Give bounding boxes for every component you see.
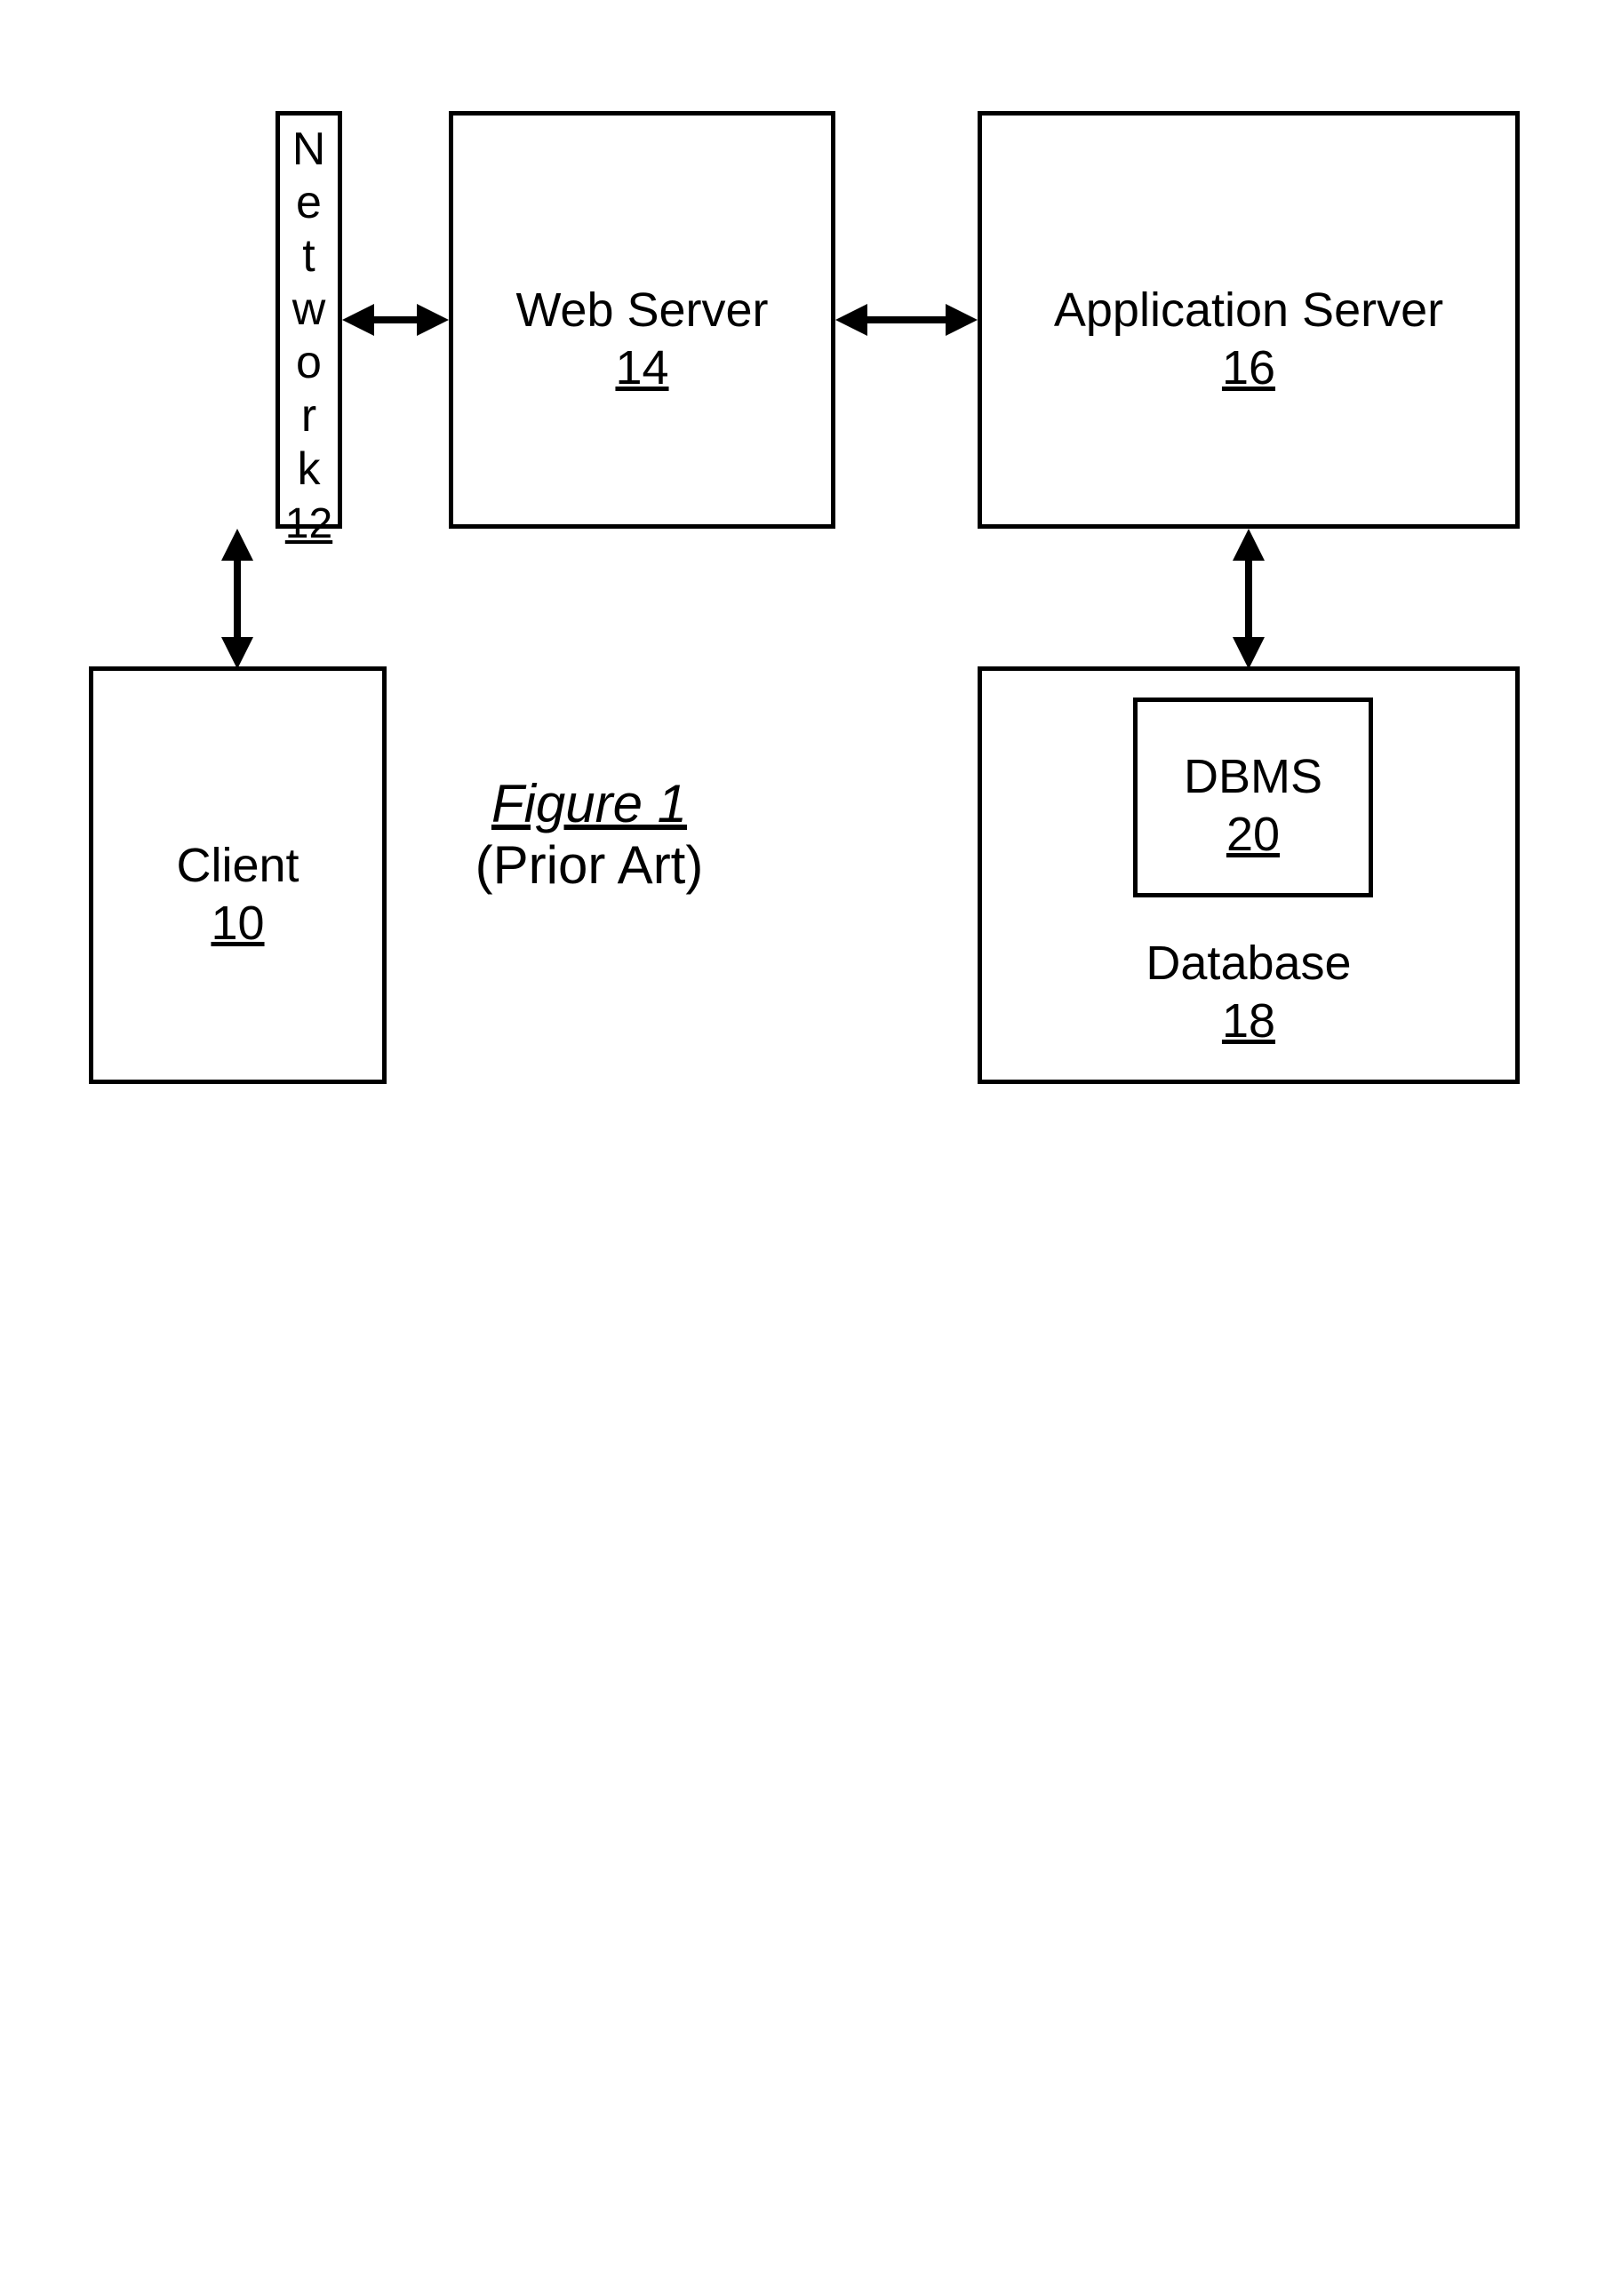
client-box: Client 10 — [89, 666, 387, 1084]
application-server-label: Application Server — [982, 284, 1515, 337]
network-letter: w — [275, 283, 342, 336]
figure-subtitle: (Prior Art) — [447, 834, 731, 896]
client-label: Client — [93, 840, 382, 892]
arrow-web-app-right — [946, 304, 978, 336]
network-letter: r — [275, 389, 342, 442]
arrow-appserver-database-up — [1233, 529, 1265, 561]
diagram-canvas: Application Server 16 DBMS 20 Database 1… — [0, 0, 1605, 2296]
arrow-client-net-up — [221, 529, 253, 561]
arrow-net-web-left — [342, 304, 374, 336]
arrow-web-app-line — [864, 316, 949, 323]
arrow-client-net-line — [234, 557, 241, 641]
web-server-box: Web Server 14 — [449, 111, 835, 529]
figure-caption: Figure 1 (Prior Art) — [447, 773, 731, 896]
application-server-box: Application Server 16 — [978, 111, 1520, 529]
network-num: 12 — [285, 499, 332, 548]
arrow-web-app-left — [835, 304, 867, 336]
network-letter: t — [275, 229, 342, 283]
database-label: Database — [982, 937, 1515, 990]
web-server-label: Web Server — [453, 284, 831, 337]
application-server-num: 16 — [1222, 340, 1275, 395]
arrow-net-web-right — [417, 304, 449, 336]
network-label-vertical: N e t w o r k 12 — [275, 123, 342, 548]
network-letter: N — [275, 123, 342, 176]
dbms-box: DBMS 20 — [1133, 698, 1373, 897]
database-num: 18 — [1222, 993, 1275, 1048]
arrow-appserver-database-line — [1245, 557, 1252, 641]
network-letter: k — [275, 442, 342, 496]
arrow-net-web-line — [371, 316, 420, 323]
network-letter: o — [275, 336, 342, 389]
web-server-num: 14 — [615, 340, 668, 395]
database-box: DBMS 20 Database 18 — [978, 666, 1520, 1084]
dbms-num: 20 — [1226, 807, 1280, 862]
client-num: 10 — [211, 896, 264, 951]
arrow-client-net-down — [221, 637, 253, 669]
dbms-label: DBMS — [1138, 751, 1369, 803]
figure-number: Figure 1 — [447, 773, 731, 834]
network-letter: e — [275, 176, 342, 229]
arrow-appserver-database-down — [1233, 637, 1265, 669]
